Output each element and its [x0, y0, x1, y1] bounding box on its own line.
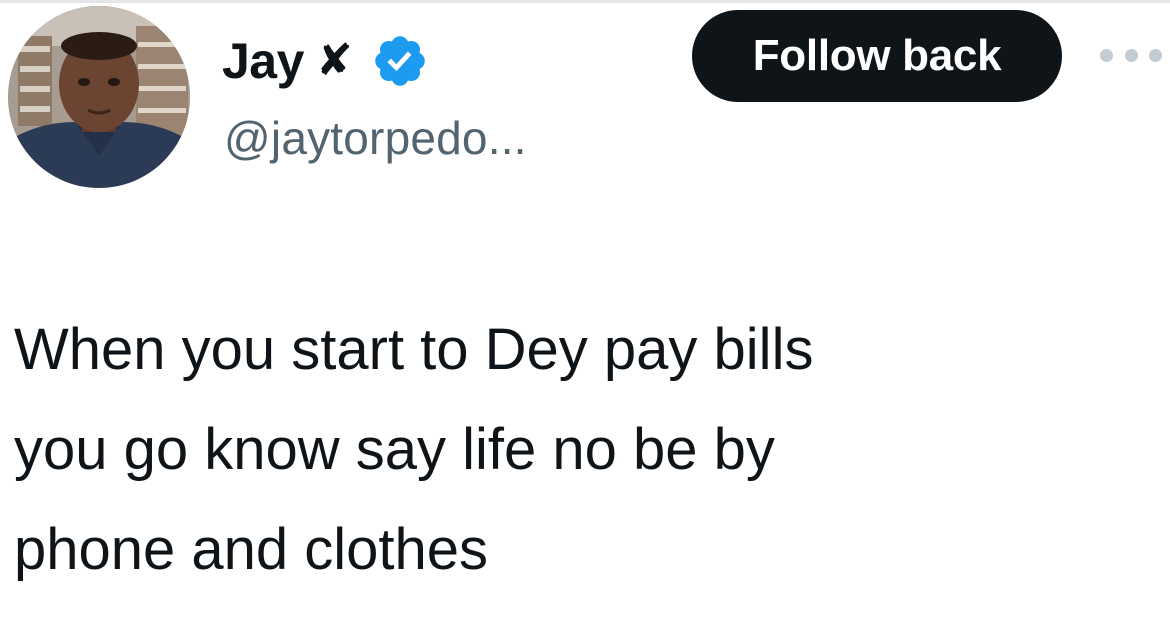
more-dot [1124, 48, 1138, 62]
avatar-photo [8, 6, 190, 188]
more-horizontal-icon[interactable] [1100, 40, 1162, 70]
name-suffix-x-icon: ✘ [315, 36, 353, 85]
tweet-text-line: When you start to Dey pay bills [14, 317, 814, 382]
tweet-text-line: phone and clothes [14, 517, 489, 582]
author-handle[interactable]: @jaytorpedo... [224, 111, 527, 165]
author-name-row[interactable]: Jay ✘ [222, 26, 429, 96]
more-dot [1100, 48, 1113, 62]
more-dot [1149, 48, 1162, 62]
verified-badge-icon [375, 36, 425, 86]
tweet-text: When you start to Dey pay bills you go k… [14, 300, 1154, 600]
tweet-card: Jay ✘ @jaytorpedo... Follow back When yo… [0, 0, 1170, 617]
display-name[interactable]: Jay [222, 32, 304, 90]
avatar[interactable] [8, 6, 190, 188]
tweet-text-line: you go know say life no be by [14, 417, 775, 482]
follow-back-button[interactable]: Follow back [692, 10, 1062, 102]
